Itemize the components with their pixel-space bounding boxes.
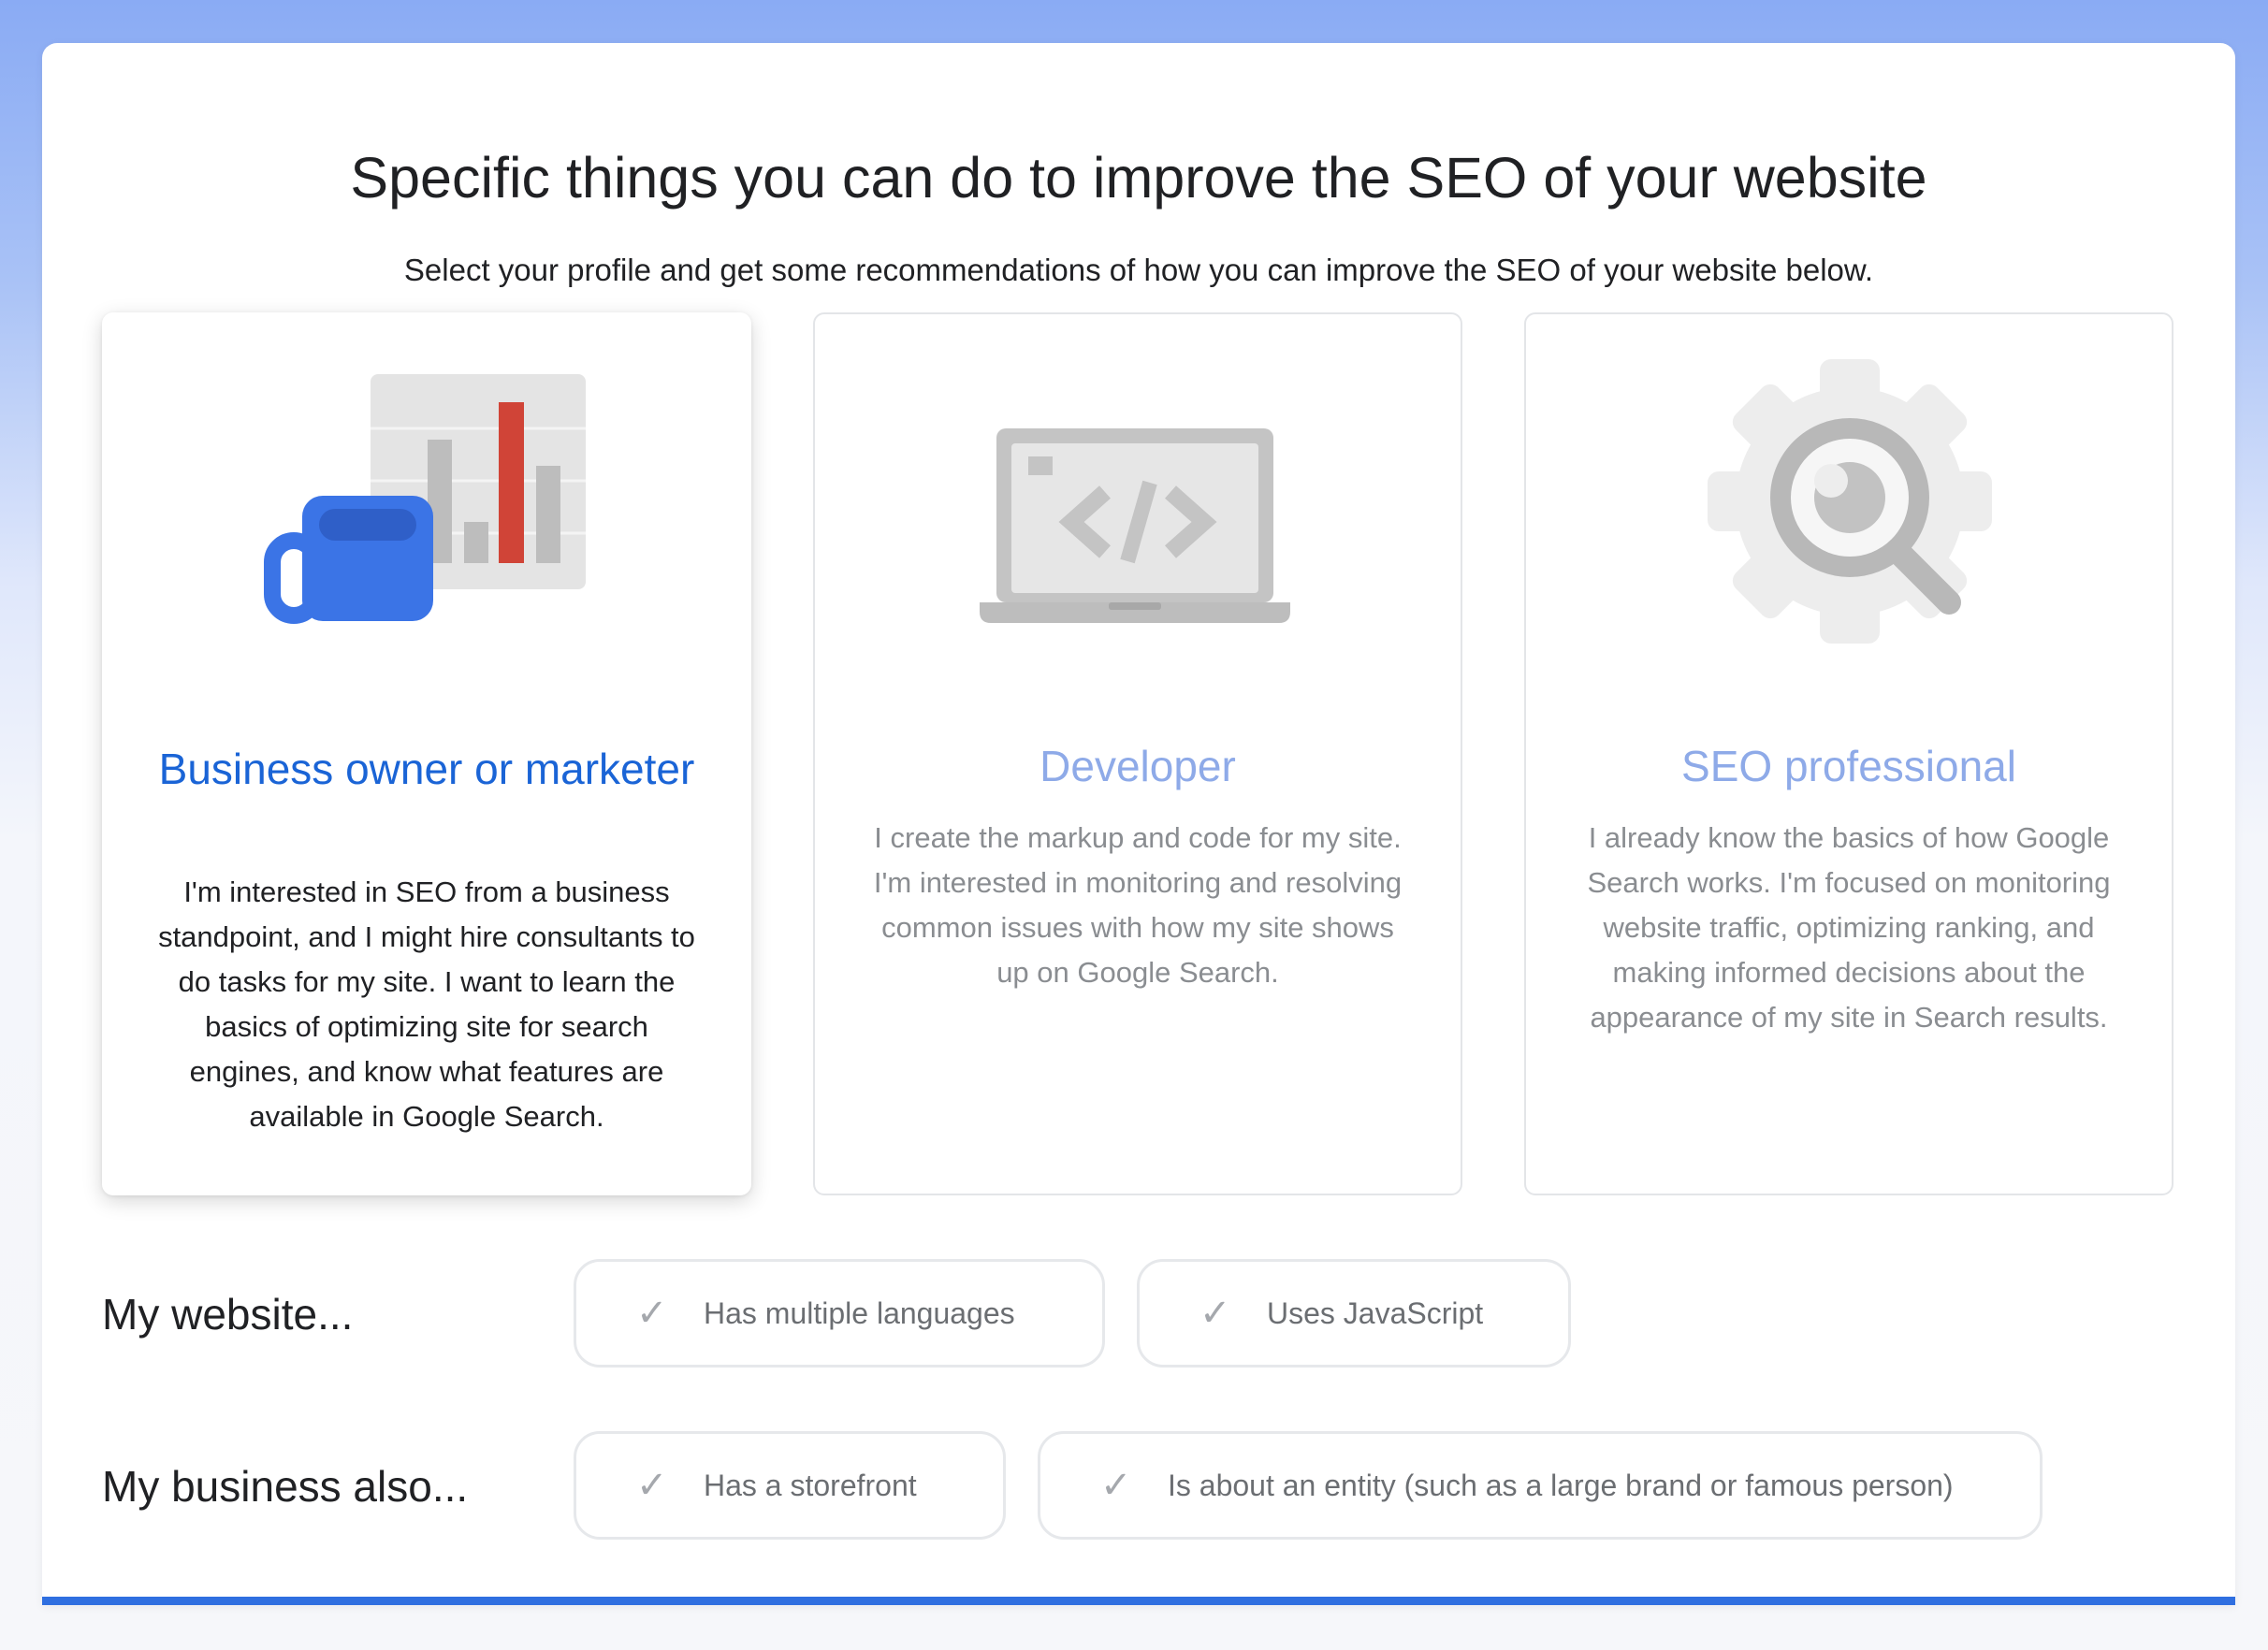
profile-card-developer[interactable]: Developer I create the markup and code f… xyxy=(813,312,1462,1195)
profile-card-seo-professional[interactable]: SEO professional I already know the basi… xyxy=(1524,312,2174,1195)
mug-and-bar-chart-icon xyxy=(102,312,751,705)
filter-chip-label: Has multiple languages xyxy=(704,1295,1015,1330)
bottom-accent-bar xyxy=(42,1597,2235,1605)
profile-title: Developer xyxy=(1040,742,1236,790)
check-icon: ✓ xyxy=(636,1465,668,1506)
check-icon: ✓ xyxy=(636,1293,668,1334)
gear-magnifier-icon xyxy=(1526,314,2172,707)
check-icon: ✓ xyxy=(1100,1465,1132,1506)
seo-recommendations-panel: Specific things you can do to improve th… xyxy=(42,43,2235,1605)
check-icon: ✓ xyxy=(1199,1293,1231,1334)
website-filters-label: My website... xyxy=(102,1290,354,1339)
filter-chip-uses-javascript[interactable]: ✓ Uses JavaScript xyxy=(1137,1259,1571,1368)
profile-card-business-owner[interactable]: Business owner or marketer I'm intereste… xyxy=(102,312,751,1195)
filter-chip-label: Uses JavaScript xyxy=(1267,1295,1484,1330)
profile-description: I create the markup and code for my site… xyxy=(873,821,1403,989)
profile-description: I'm interested in SEO from a business st… xyxy=(158,876,695,1133)
profile-title: Business owner or marketer xyxy=(158,745,695,793)
page-title: Specific things you can do to improve th… xyxy=(350,146,1927,210)
filter-chip-label: Has a storefront xyxy=(704,1468,917,1502)
filter-chip-entity[interactable]: ✓ Is about an entity (such as a large br… xyxy=(1038,1431,2043,1540)
filter-chip-label: Is about an entity (such as a large bran… xyxy=(1168,1468,1954,1502)
business-filters-label: My business also... xyxy=(102,1462,469,1511)
profile-title: SEO professional xyxy=(1681,742,2016,790)
pointer-arrow-icon xyxy=(1122,1603,1146,1605)
profile-description: I already know the basics of how Google … xyxy=(1587,821,2111,1034)
filter-chip-multiple-languages[interactable]: ✓ Has multiple languages xyxy=(574,1259,1105,1368)
laptop-code-icon xyxy=(815,314,1461,707)
page-subtitle: Select your profile and get some recomme… xyxy=(403,253,1874,287)
filter-chip-storefront[interactable]: ✓ Has a storefront xyxy=(574,1431,1006,1540)
